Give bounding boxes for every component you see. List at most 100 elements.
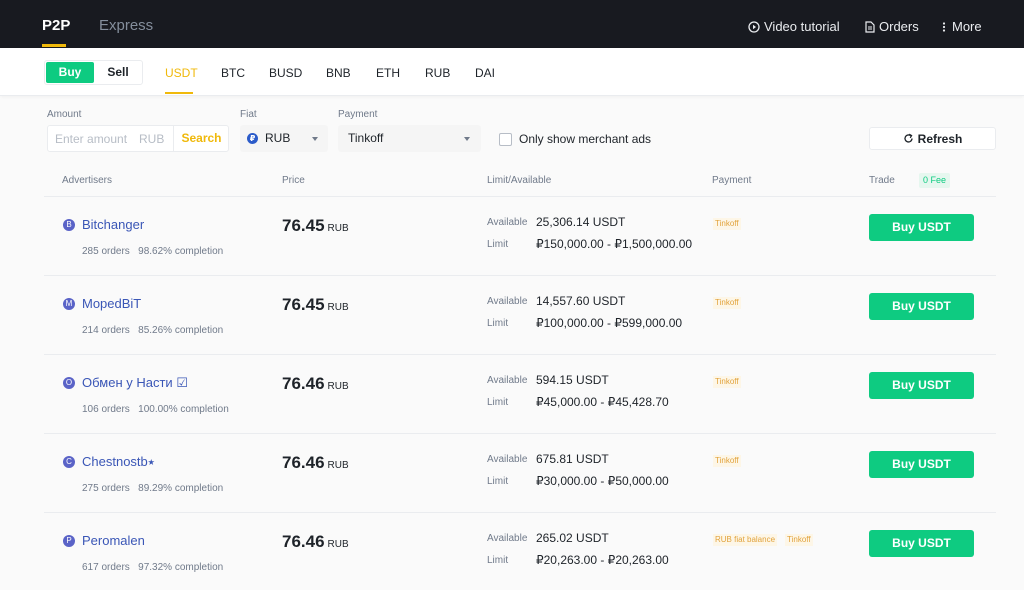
sell-button[interactable]: Sell [94, 62, 142, 83]
avatar: M [63, 298, 75, 310]
limit-value: ₽100,000.00 - ₽599,000.00 [536, 316, 683, 330]
avatar: B [63, 219, 75, 231]
price: 76.46 RUB [282, 374, 349, 393]
refresh-icon [904, 133, 913, 143]
merchant-only-checkbox[interactable] [499, 133, 512, 146]
avatar: C [63, 456, 75, 468]
advertiser-name[interactable]: MopedBiT [82, 296, 141, 312]
more-dots-icon [942, 22, 946, 32]
zero-fee-badge: 0 Fee [919, 173, 950, 188]
search-button[interactable]: Search [173, 126, 229, 151]
table-row: C Chestnostb⭑ 275 orders 89.29% completi… [44, 434, 996, 513]
buy-usdt-button[interactable]: Buy USDT [869, 372, 974, 399]
asset-tab-usdt[interactable]: USDT [165, 66, 198, 80]
asset-tab-rub[interactable]: RUB [425, 66, 450, 80]
advertiser-stats: 285 orders 98.62% completion [82, 246, 224, 257]
payment-tag: Tinkoff [713, 218, 741, 230]
amount-input[interactable]: Enter amount RUB Search [47, 125, 229, 152]
header-trade: Trade [869, 175, 895, 186]
asset-tab-busd[interactable]: BUSD [269, 66, 302, 80]
header-limit: Limit/Available [487, 175, 552, 186]
advertiser-name[interactable]: Chestnostb⭑ [82, 454, 155, 470]
avatar: P [63, 535, 75, 547]
amount-label: Amount [47, 109, 82, 120]
limit-value: ₽150,000.00 - ₽1,500,000.00 [536, 237, 693, 251]
active-asset-indicator [165, 92, 193, 94]
table-row: О Обмен у Насти ☑ 106 orders 100.00% com… [44, 355, 996, 434]
advertiser-stats: 275 orders 89.29% completion [82, 483, 224, 494]
asset-tab-btc[interactable]: BTC [221, 66, 245, 80]
table-row: M MopedBiT 214 orders 85.26% completion … [44, 276, 996, 355]
advertiser-name[interactable]: Peromalen [82, 533, 145, 549]
asset-tab-bnb[interactable]: BNB [326, 66, 351, 80]
video-tutorial-label: Video tutorial [764, 19, 840, 34]
advertiser-name[interactable]: Bitchanger [82, 217, 144, 233]
orders-label: Orders [879, 19, 919, 34]
ruble-coin-icon: ₽ [247, 133, 258, 144]
amount-currency: RUB [139, 132, 165, 146]
refresh-label: Refresh [917, 131, 963, 146]
caret-down-icon [464, 137, 470, 141]
limit-label: Limit [487, 318, 509, 329]
available-value: 594.15 USDT [536, 373, 609, 387]
payment-select[interactable]: Tinkoff [338, 125, 481, 152]
buy-usdt-button[interactable]: Buy USDT [869, 214, 974, 241]
advertiser-stats: 214 orders 85.26% completion [82, 325, 224, 336]
price: 76.46 RUB [282, 453, 349, 472]
asset-bar: Buy Sell USDT BTC BUSD BNB ETH RUB DAI [0, 48, 1024, 96]
play-circle-icon [748, 21, 760, 33]
available-label: Available [487, 454, 528, 465]
table-row: P Peromalen 617 orders 97.32% completion… [44, 513, 996, 590]
limit-label: Limit [487, 555, 509, 566]
available-value: 675.81 USDT [536, 452, 609, 466]
merchant-only-label[interactable]: Only show merchant ads [519, 132, 651, 146]
header-price: Price [282, 175, 305, 186]
amount-placeholder: Enter amount [55, 132, 128, 146]
payment-tag: Tinkoff [713, 455, 741, 467]
limit-label: Limit [487, 239, 509, 250]
video-tutorial-link[interactable]: Video tutorial [748, 19, 840, 35]
limit-label: Limit [487, 397, 509, 408]
asset-tab-dai[interactable]: DAI [475, 66, 495, 80]
more-menu[interactable]: More [940, 19, 982, 35]
limit-value: ₽20,263.00 - ₽20,263.00 [536, 553, 669, 567]
price: 76.46 RUB [282, 532, 349, 551]
table-row: B Bitchanger 285 orders 98.62% completio… [44, 197, 996, 276]
payment-value: Tinkoff [348, 131, 384, 145]
more-label: More [952, 19, 982, 34]
header-payment: Payment [712, 175, 752, 186]
fiat-label: Fiat [240, 109, 257, 120]
fiat-value: RUB [265, 131, 291, 145]
available-label: Available [487, 217, 528, 228]
top-navigation: P2P Express Video tutorial Orders More [0, 0, 1024, 48]
buy-usdt-button[interactable]: Buy USDT [869, 451, 974, 478]
available-label: Available [487, 533, 528, 544]
buy-sell-toggle: Buy Sell [44, 60, 143, 85]
orders-link[interactable]: Orders [865, 19, 919, 35]
tab-express[interactable]: Express [99, 17, 153, 35]
available-value: 265.02 USDT [536, 531, 609, 545]
payment-tag: Tinkoff [713, 376, 741, 388]
buy-usdt-button[interactable]: Buy USDT [869, 530, 974, 557]
document-icon [865, 21, 875, 33]
available-value: 25,306.14 USDT [536, 215, 626, 229]
price: 76.45 RUB [282, 216, 349, 235]
buy-button[interactable]: Buy [46, 62, 94, 83]
asset-tab-eth[interactable]: ETH [376, 66, 400, 80]
limit-value: ₽30,000.00 - ₽50,000.00 [536, 474, 669, 488]
payment-tag: Tinkoff [785, 534, 813, 546]
advertiser-name[interactable]: Обмен у Насти ☑ [82, 375, 188, 391]
available-value: 14,557.60 USDT [536, 294, 626, 308]
tab-p2p[interactable]: P2P [42, 17, 70, 35]
refresh-button[interactable]: Refresh [869, 127, 996, 150]
caret-down-icon [312, 137, 318, 141]
available-label: Available [487, 296, 528, 307]
avatar: О [63, 377, 75, 389]
advertiser-stats: 617 orders 97.32% completion [82, 562, 224, 573]
payment-tag: Tinkoff [713, 297, 741, 309]
header-advertisers: Advertisers [62, 175, 113, 186]
payment-tag: RUB fiat balance [713, 534, 778, 546]
available-label: Available [487, 375, 528, 386]
fiat-select[interactable]: ₽ RUB [240, 125, 328, 152]
buy-usdt-button[interactable]: Buy USDT [869, 293, 974, 320]
